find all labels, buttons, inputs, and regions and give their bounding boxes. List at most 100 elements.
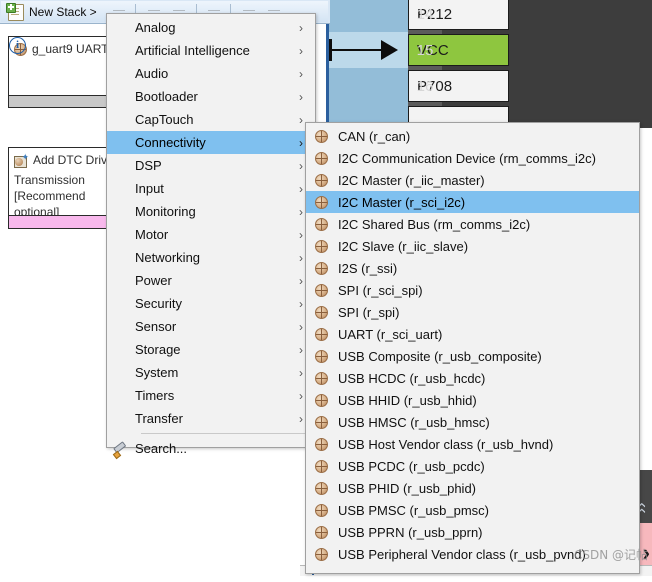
submenu-item-label: USB Composite (r_usb_composite): [338, 348, 542, 364]
stack-node-line-1: Add DTC Driv: [33, 153, 108, 167]
menu-item-artificial-intelligence[interactable]: Artificial Intelligence ›: [107, 39, 315, 62]
menu-item-search[interactable]: Search...: [107, 437, 315, 460]
submenu-item-label: UART (r_sci_uart): [338, 326, 443, 342]
submenu-item-label: I2C Master (r_iic_master): [338, 172, 485, 188]
new-stack-category-menu[interactable]: Analog › Artificial Intelligence › Audio…: [106, 13, 316, 459]
menu-item-label: Sensor: [135, 319, 177, 334]
crosshair-module-icon: [306, 349, 336, 363]
submenu-item-i2c-slave[interactable]: I2C Slave (r_iic_slave): [306, 235, 639, 257]
new-stack-button[interactable]: New Stack >: [6, 2, 97, 21]
chevron-right-icon: ›: [299, 20, 303, 35]
pin-number: 14: [416, 5, 434, 23]
submenu-item-i2c-communication-device[interactable]: I2C Communication Device (rm_comms_i2c): [306, 147, 639, 169]
menu-separator: [141, 433, 307, 434]
menu-item-audio[interactable]: Audio ›: [107, 62, 315, 85]
menu-item-transfer[interactable]: Transfer ›: [107, 407, 315, 430]
crosshair-module-icon: [306, 437, 336, 451]
pin-signal-arrow-line: [331, 49, 383, 51]
menu-item-analog[interactable]: Analog ›: [107, 16, 315, 39]
pin-track: [329, 68, 408, 104]
submenu-item-usb-pprn[interactable]: USB PPRN (r_usb_pprn): [306, 521, 639, 543]
menu-item-label: Networking: [135, 250, 201, 265]
submenu-item-label: I2C Communication Device (rm_comms_i2c): [338, 150, 596, 166]
submenu-item-usb-hmsc[interactable]: USB HMSC (r_usb_hmsc): [306, 411, 639, 433]
menu-item-label: Motor: [135, 227, 169, 242]
connectivity-submenu[interactable]: CAN (r_can) I2C Communication Device (rm…: [305, 122, 640, 574]
crosshair-module-icon: [306, 371, 336, 385]
crosshair-module-icon: [306, 393, 336, 407]
crosshair-module-icon: [306, 195, 336, 209]
submenu-item-usb-hcdc[interactable]: USB HCDC (r_usb_hcdc): [306, 367, 639, 389]
submenu-item-label: I2C Master (r_sci_i2c): [338, 194, 466, 210]
new-stack-label: New Stack >: [29, 5, 97, 19]
pin-track: [329, 0, 408, 32]
submenu-item-i2c-master-iic[interactable]: I2C Master (r_iic_master): [306, 169, 639, 191]
pin-number: 16: [416, 77, 434, 95]
menu-item-sensor[interactable]: Sensor ›: [107, 315, 315, 338]
pin-configuration-table: P212 14 VCC 15 P708 16: [322, 0, 652, 140]
info-icon[interactable]: i: [9, 37, 26, 54]
submenu-item-label: SPI (r_spi): [338, 304, 400, 320]
menu-item-label: Connectivity: [135, 135, 206, 150]
menu-item-networking[interactable]: Networking ›: [107, 246, 315, 269]
dtc-driver-icon: ✦: [14, 153, 29, 168]
submenu-item-label: I2S (r_ssi): [338, 260, 398, 276]
crosshair-module-icon: [306, 151, 336, 165]
menu-item-label: Artificial Intelligence: [135, 43, 250, 58]
menu-item-storage[interactable]: Storage ›: [107, 338, 315, 361]
submenu-item-usb-host-vendor-class[interactable]: USB Host Vendor class (r_usb_hvnd): [306, 433, 639, 455]
menu-item-dsp[interactable]: DSP ›: [107, 154, 315, 177]
submenu-item-i2c-master-sci[interactable]: I2C Master (r_sci_i2c): [306, 191, 639, 213]
menu-item-input[interactable]: Input ›: [107, 177, 315, 200]
submenu-item-label: SPI (r_sci_spi): [338, 282, 423, 298]
submenu-item-usb-pcdc[interactable]: USB PCDC (r_usb_pcdc): [306, 455, 639, 477]
submenu-item-label: USB HHID (r_usb_hhid): [338, 392, 477, 408]
stack-node-title: g_uart9 UART: [32, 42, 109, 56]
menu-item-label: Security: [135, 296, 182, 311]
submenu-item-label: USB PCDC (r_usb_pcdc): [338, 458, 485, 474]
crosshair-module-icon: [306, 305, 336, 319]
submenu-item-i2s[interactable]: I2S (r_ssi): [306, 257, 639, 279]
menu-item-bootloader[interactable]: Bootloader ›: [107, 85, 315, 108]
crosshair-module-icon: [306, 283, 336, 297]
menu-item-connectivity[interactable]: Connectivity ›: [107, 131, 315, 154]
submenu-item-label: USB HMSC (r_usb_hmsc): [338, 414, 490, 430]
menu-item-label: Analog: [135, 20, 176, 35]
menu-item-label: Bootloader: [135, 89, 198, 104]
menu-item-security[interactable]: Security ›: [107, 292, 315, 315]
menu-item-timers[interactable]: Timers ›: [107, 384, 315, 407]
submenu-item-i2c-shared-bus[interactable]: I2C Shared Bus (rm_comms_i2c): [306, 213, 639, 235]
menu-item-label: Timers: [135, 388, 175, 403]
submenu-item-usb-hhid[interactable]: USB HHID (r_usb_hhid): [306, 389, 639, 411]
crosshair-module-icon: [306, 129, 336, 143]
submenu-item-spi[interactable]: SPI (r_spi): [306, 301, 639, 323]
menu-item-system[interactable]: System ›: [107, 361, 315, 384]
chevron-right-icon: ›: [299, 89, 303, 104]
submenu-item-usb-peripheral-vendor-class[interactable]: USB Peripheral Vendor class (r_usb_pvnd): [306, 543, 639, 565]
submenu-item-can[interactable]: CAN (r_can): [306, 125, 639, 147]
submenu-item-label: USB Peripheral Vendor class (r_usb_pvnd): [338, 546, 586, 562]
menu-item-power[interactable]: Power ›: [107, 269, 315, 292]
menu-item-label: Power: [135, 273, 172, 288]
submenu-item-usb-phid[interactable]: USB PHID (r_usb_phid): [306, 477, 639, 499]
crosshair-module-icon: [306, 415, 336, 429]
crosshair-module-icon: [306, 459, 336, 473]
submenu-item-label: USB PHID (r_usb_phid): [338, 480, 476, 496]
menu-item-monitoring[interactable]: Monitoring ›: [107, 200, 315, 223]
menu-item-label: DSP: [135, 158, 162, 173]
menu-item-label: System: [135, 365, 179, 380]
menu-item-label: Audio: [135, 66, 169, 81]
submenu-item-usb-composite[interactable]: USB Composite (r_usb_composite): [306, 345, 639, 367]
crosshair-module-icon: [306, 261, 336, 275]
crosshair-module-icon: [306, 547, 336, 561]
submenu-item-usb-pmsc[interactable]: USB PMSC (r_usb_pmsc): [306, 499, 639, 521]
menu-item-motor[interactable]: Motor ›: [107, 223, 315, 246]
crosshair-module-icon: [306, 525, 336, 539]
menu-item-label: Transfer: [135, 411, 183, 426]
submenu-item-uart[interactable]: UART (r_sci_uart): [306, 323, 639, 345]
menu-item-label: Input: [135, 181, 164, 196]
crosshair-module-icon: [306, 217, 336, 231]
pin-number: 15: [416, 41, 434, 59]
menu-item-captouch[interactable]: CapTouch ›: [107, 108, 315, 131]
submenu-item-spi-sci[interactable]: SPI (r_sci_spi): [306, 279, 639, 301]
